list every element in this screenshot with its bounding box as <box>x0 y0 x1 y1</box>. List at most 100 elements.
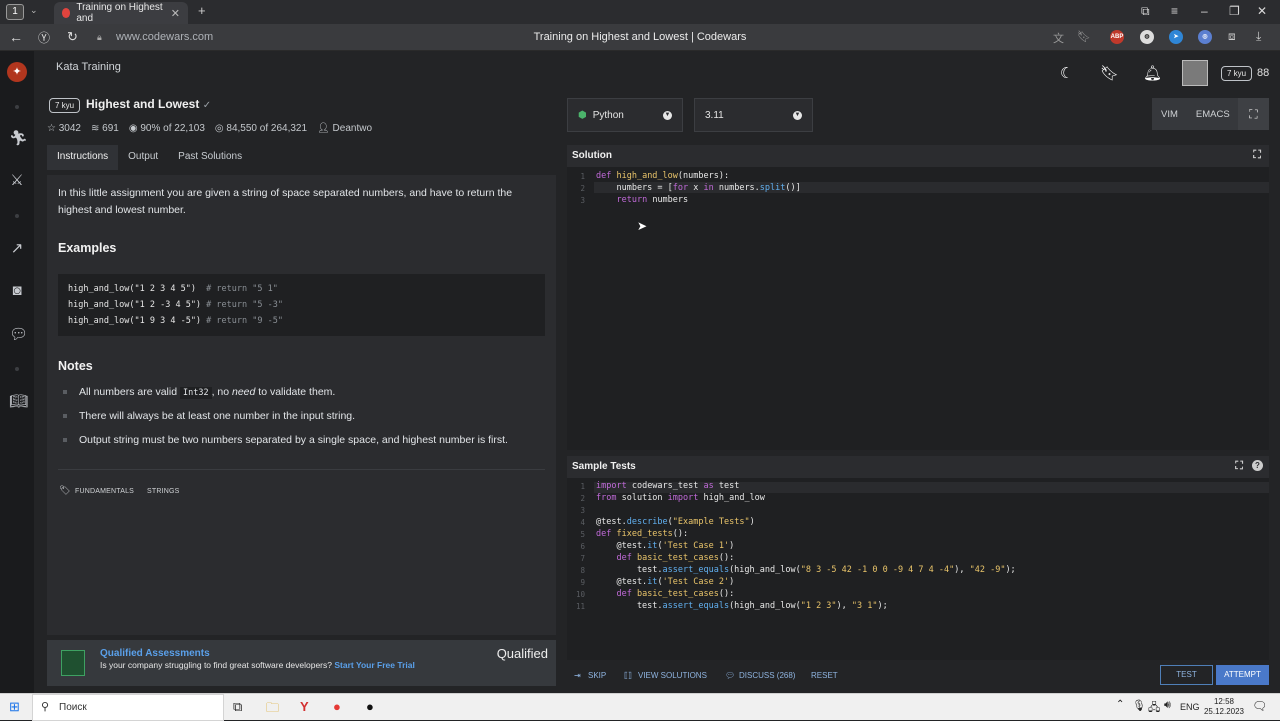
attempt-button[interactable]: ATTEMPT <box>1216 665 1269 685</box>
codewars-logo-icon[interactable]: ✦ <box>7 62 27 82</box>
discuss-button[interactable]: DISCUSS (268) <box>739 671 795 680</box>
menu-icon[interactable]: ≡ <box>1171 4 1178 18</box>
code-line: numbers = [for x in numbers.split()] <box>596 183 801 193</box>
adblock-extension-icon[interactable]: ABP <box>1110 30 1124 44</box>
reload-icon[interactable]: ↻ <box>67 29 78 45</box>
kata-rank-badge: 7 kyu <box>49 98 81 113</box>
downloads-icon[interactable]: ⤓ <box>1256 29 1261 44</box>
promo-title[interactable]: Qualified Assessments <box>100 648 210 659</box>
browser-tab[interactable]: Training on Highest and ✕ <box>54 2 188 24</box>
test-button[interactable]: TEST <box>1160 665 1213 685</box>
line-number: 3 <box>580 506 585 515</box>
code-line: def high_and_low(numbers): <box>596 171 730 181</box>
bookmark-page-icon[interactable]: 🔖︎ <box>1077 30 1091 43</box>
expand-icon[interactable]: ⛶ <box>1253 149 1261 162</box>
completed-stat: ◎ 84,550 of 264,321 <box>215 123 307 134</box>
emacs-mode-button[interactable]: EMACS <box>1187 109 1239 120</box>
fullscreen-icon[interactable]: ⛶ <box>1238 98 1269 130</box>
bookmarks-icon[interactable]: ⧉ <box>1141 4 1150 19</box>
tray-chevron-icon[interactable]: ⌃ <box>1116 699 1124 710</box>
practice-icon[interactable]: ⚔︎ <box>9 171 25 189</box>
training-icon[interactable]: 🏃︎ <box>9 129 28 147</box>
version-select[interactable]: 3.11 ▼ <box>694 98 813 132</box>
note-text: , no <box>211 386 232 398</box>
expand-icon[interactable]: ⛶ <box>1235 460 1243 473</box>
yandex-icon[interactable]: Ⓨ <box>38 29 50 46</box>
promo-banner[interactable]: Qualified Assessments Is your company st… <box>47 640 556 686</box>
example-comment: # return "5 1" <box>206 284 278 294</box>
volume-icon[interactable]: 🔊︎ <box>1164 699 1171 712</box>
discussion-icon[interactable]: 💬︎ <box>9 325 28 343</box>
dark-mode-icon[interactable]: ☾ <box>1060 64 1073 82</box>
promo-cta-link[interactable]: Start Your Free Trial <box>334 660 414 670</box>
tag-strings[interactable]: STRINGS <box>147 488 180 495</box>
search-icon: ⚲ <box>41 701 50 713</box>
new-tab-icon[interactable]: + <box>198 3 206 18</box>
avatar[interactable] <box>1182 60 1208 86</box>
code-line: def basic_test_cases(): <box>616 589 735 599</box>
author-stat[interactable]: 👤︎ Deantwo <box>317 123 372 134</box>
language-select[interactable]: ⬢ Python ▼ <box>567 98 683 132</box>
network-icon[interactable]: 🖧 <box>1148 699 1160 718</box>
example-line: high_and_low("1 9 3 4 -5") # return "9 -… <box>68 316 283 326</box>
bullet <box>63 438 67 442</box>
view-solutions-button[interactable]: VIEW SOLUTIONS <box>638 671 707 680</box>
yandex-browser-icon[interactable]: Y <box>300 699 309 714</box>
clock[interactable]: 12:58 25.12.2023 <box>1204 697 1244 717</box>
line-number: 1 <box>580 172 585 181</box>
tab-output[interactable]: Output <box>118 145 168 170</box>
tab-past-solutions[interactable]: Past Solutions <box>168 145 252 170</box>
sample-tests-header: Sample Tests ⛶ ? <box>567 456 1269 478</box>
tab-counter[interactable]: 1 <box>6 4 24 20</box>
help-icon[interactable]: ? <box>1252 460 1263 471</box>
solution-editor[interactable]: 1 2 3 def high_and_low(numbers): numbers… <box>567 167 1269 450</box>
discord-icon[interactable]: ◙ <box>9 282 25 299</box>
satisfaction-of: of 22,103 <box>163 123 205 134</box>
yandex-app-icon[interactable]: ● <box>333 699 341 714</box>
sample-tests-editor[interactable]: 1 2 3 4 5 6 7 8 9 10 11 import codewars_… <box>567 478 1269 660</box>
promo-text: Is your company struggling to find great… <box>100 660 415 670</box>
collections-stat: ≋ 691 <box>91 123 119 134</box>
tab-list-chevron-icon[interactable]: ⌄ <box>30 5 38 16</box>
file-explorer-icon[interactable]: 🗀 <box>266 699 279 721</box>
collections-icon[interactable]: ⧈ <box>1228 29 1236 44</box>
browser-tab-strip: 1 ⌄ Training on Highest and ✕ + ⧉ ≡ – ❐ … <box>0 0 1280 24</box>
completed-of: of 264,321 <box>259 123 308 134</box>
skip-button[interactable]: SKIP <box>588 671 606 680</box>
divider <box>58 469 545 470</box>
leaderboard-icon[interactable]: ↗ <box>9 239 25 257</box>
close-window-icon[interactable]: ✕ <box>1257 4 1267 18</box>
reset-button[interactable]: RESET <box>811 671 838 680</box>
line-number: 10 <box>575 590 585 599</box>
microphone-icon[interactable]: 🎙︎ <box>1132 699 1146 712</box>
taskbar-search-input[interactable]: ⚲ Поиск <box>32 694 224 721</box>
arrow-extension-icon[interactable]: ➤ <box>1169 30 1183 44</box>
example-comment: # return "5 -3" <box>206 300 283 310</box>
close-tab-icon[interactable]: ✕ <box>171 7 180 20</box>
tab-instructions[interactable]: Instructions <box>47 145 119 170</box>
notifications-bell-icon[interactable]: 🔔︎ <box>1143 64 1162 82</box>
python-icon: ⬢ <box>578 109 587 121</box>
star-icon: ☆ <box>47 123 56 134</box>
stars-stat[interactable]: ☆ 3042 <box>47 123 81 134</box>
task-view-icon[interactable]: ⧉ <box>233 699 242 715</box>
example-line: high_and_low("1 2 -3 4 5") # return "5 -… <box>68 300 283 310</box>
app-icon[interactable]: ● <box>366 699 374 714</box>
maximize-icon[interactable]: ❐ <box>1229 4 1240 18</box>
tag-fundamentals[interactable]: FUNDAMENTALS <box>75 488 134 495</box>
docs-icon[interactable]: 📖︎ <box>9 392 28 410</box>
url-field[interactable]: www.codewars.com <box>116 31 213 43</box>
back-icon[interactable]: ← <box>9 29 23 45</box>
globe-extension-icon[interactable]: ◍ <box>1140 30 1154 44</box>
version-value: 3.11 <box>705 109 724 121</box>
line-number: 1 <box>580 482 585 491</box>
vim-mode-button[interactable]: VIM <box>1152 109 1187 120</box>
translate-icon[interactable]: 文 <box>1053 30 1064 46</box>
language-indicator[interactable]: ENG <box>1180 702 1200 712</box>
notifications-icon[interactable]: 🗨︎ <box>1252 699 1267 713</box>
note-text: All numbers are valid <box>79 386 180 398</box>
windows-start-icon[interactable]: ⊞ <box>9 699 20 715</box>
search-extension-icon[interactable]: ◎ <box>1198 30 1212 44</box>
bookmark-icon[interactable]: 🔖︎ <box>1100 64 1119 82</box>
minimize-icon[interactable]: – <box>1201 4 1208 18</box>
